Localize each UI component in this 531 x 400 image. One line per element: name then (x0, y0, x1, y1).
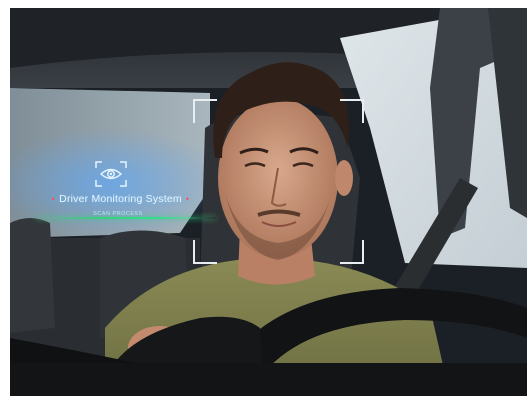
driver-monitoring-hud: • Driver Monitoring System • SCAN PROCESS (28, 158, 228, 228)
red-dot-icon: • (51, 194, 56, 204)
red-dot-icon: • (185, 194, 190, 204)
hud-title-text: Driver Monitoring System (59, 193, 182, 205)
face-bracket-top-left (193, 99, 217, 123)
face-bracket-bottom-right (340, 240, 364, 264)
hud-title: • Driver Monitoring System • (28, 193, 213, 205)
driver-monitoring-photo: • Driver Monitoring System • SCAN PROCESS (10, 8, 527, 396)
face-bracket-top-right (340, 99, 364, 123)
face-bracket-bottom-left (193, 240, 217, 264)
eye-scan-icon (95, 161, 127, 187)
scan-progress-line (36, 217, 216, 219)
